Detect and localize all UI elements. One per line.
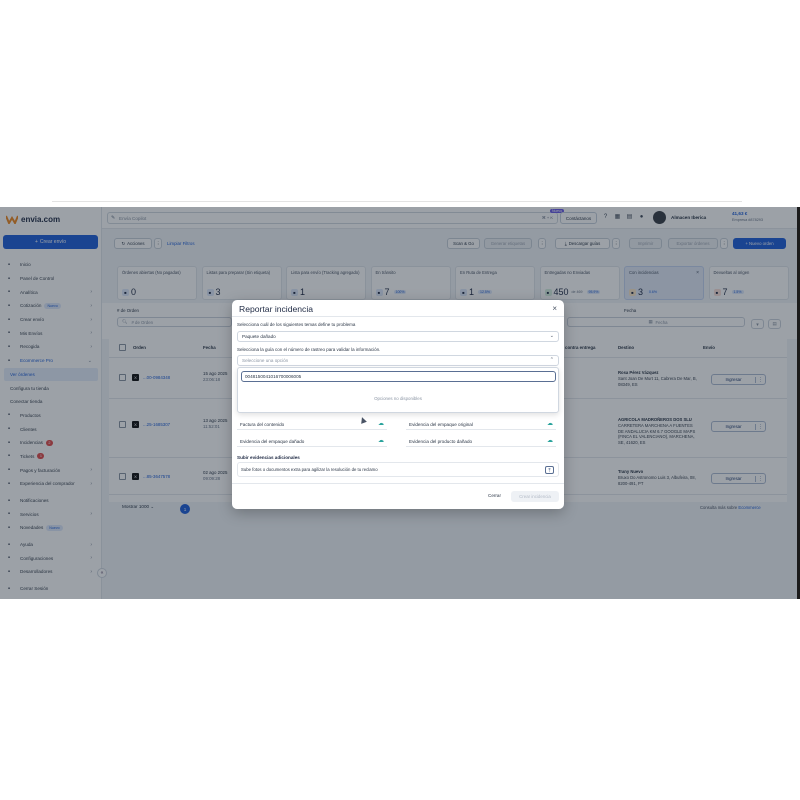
modal-divider (232, 316, 564, 317)
modal-title: Reportar incidencia (239, 304, 314, 314)
cloud-upload-icon[interactable]: ☁ (378, 420, 384, 427)
additional-evidence-title: Subir evidencias adicionales (237, 455, 300, 460)
tracking-dropdown: 0048150041016700006005 Opciones no dispo… (237, 367, 559, 413)
issue-type-select[interactable]: Paquete dañado ⌄ (237, 331, 559, 342)
chevron-down-icon: ⌄ (549, 333, 554, 339)
tracking-select[interactable]: Seleccione una opción ⌃ (237, 355, 559, 366)
report-incident-modal: Reportar incidencia × Selecciona cuál de… (232, 300, 564, 509)
close-button[interactable]: Cerrar (488, 493, 501, 498)
evidence-damaged-product[interactable]: Evidencia del producto dañado ☁ (406, 436, 556, 447)
upload-icon[interactable]: ⤒ (545, 466, 554, 474)
modal-divider (232, 483, 564, 484)
cloud-upload-icon[interactable]: ☁ (378, 437, 384, 444)
cloud-upload-icon[interactable]: ☁ (547, 420, 553, 427)
create-incident-button[interactable]: Crear incidencia (511, 491, 559, 502)
additional-evidence-upload[interactable]: Sube fotos o documentos extra para agili… (237, 462, 559, 477)
no-options-text: Opciones no disponibles (374, 396, 422, 401)
evidence-damaged-packaging[interactable]: Evidencia del empaque dañado ☁ (237, 436, 387, 447)
chevron-up-icon: ⌃ (549, 357, 554, 363)
tracking-label: Selecciona la guía con el número de rast… (237, 347, 381, 352)
cloud-upload-icon[interactable]: ☁ (547, 437, 553, 444)
issue-type-label: Selecciona cuál de los siguientes temas … (237, 322, 356, 327)
tracking-search-input[interactable]: 0048150041016700006005 (241, 371, 556, 382)
separator-line (52, 201, 742, 202)
close-icon[interactable]: × (552, 304, 557, 313)
evidence-original-packaging[interactable]: Evidencia del empaque original ☁ (406, 419, 556, 430)
